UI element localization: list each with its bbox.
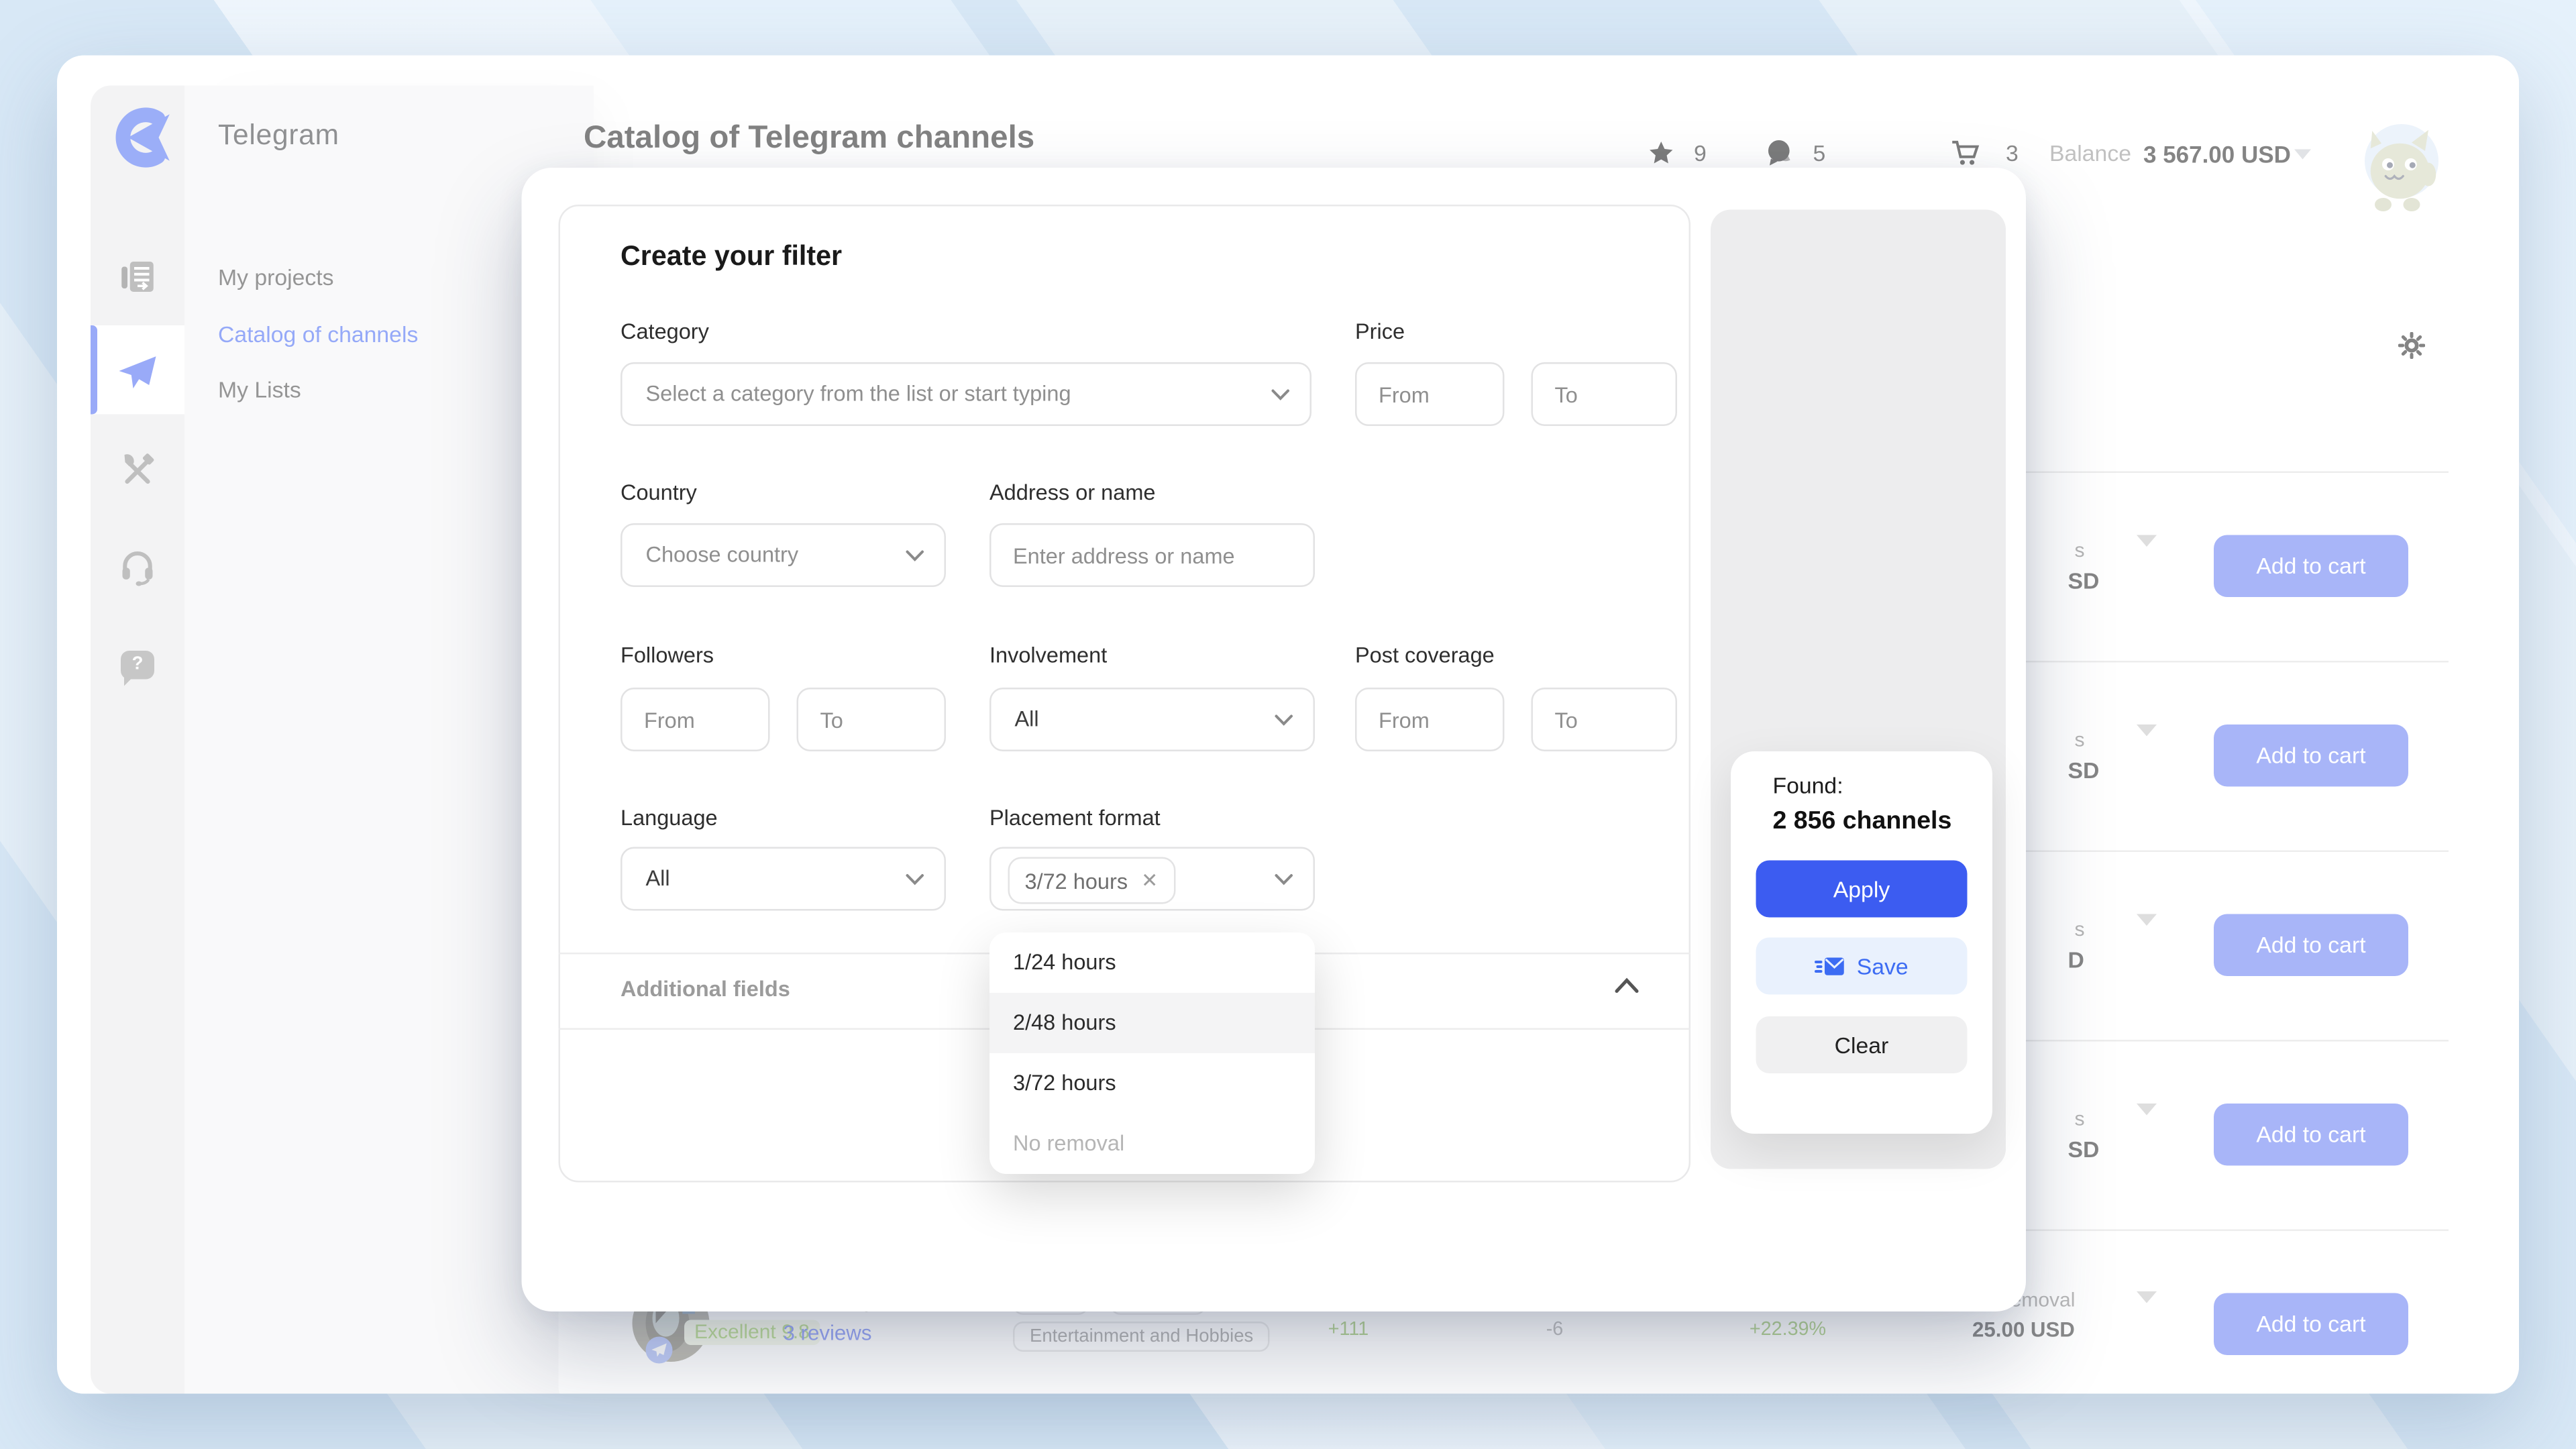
dropdown-option-2-48-hours[interactable]: 2/48 hours xyxy=(989,993,1315,1053)
chevron-down-icon xyxy=(1275,714,1293,727)
save-button-label: Save xyxy=(1857,953,1909,979)
dropdown-option-1-24-hours[interactable]: 1/24 hours xyxy=(989,932,1315,993)
post-coverage-to-input[interactable] xyxy=(1532,688,1678,751)
language-label: Language xyxy=(621,805,718,832)
involvement-value: All xyxy=(1015,690,1039,750)
country-label: Country xyxy=(621,480,697,506)
involvement-label: Involvement xyxy=(989,643,1107,669)
filter-title: Create your filter xyxy=(621,241,842,274)
post-coverage-from-input[interactable] xyxy=(1355,688,1505,751)
chip-remove-icon[interactable]: ✕ xyxy=(1141,871,1158,891)
address-input[interactable] xyxy=(989,523,1315,587)
placement-format-select[interactable]: 3/72 hours ✕ xyxy=(989,847,1315,911)
price-label: Price xyxy=(1355,319,1405,345)
dropdown-option-3-72-hours[interactable]: 3/72 hours xyxy=(989,1053,1315,1114)
page: Telegram My projects Catalog of channels… xyxy=(0,0,2576,1449)
collapse-chevron-up-icon[interactable] xyxy=(1615,978,1639,994)
clear-button[interactable]: Clear xyxy=(1756,1016,1968,1073)
found-value: 2 856 channels xyxy=(1773,807,1952,836)
category-select[interactable]: Select a category from the list or start… xyxy=(621,362,1311,426)
category-placeholder: Select a category from the list or start… xyxy=(646,364,1071,425)
additional-fields-label: Additional fields xyxy=(621,976,790,1002)
language-select[interactable]: All xyxy=(621,847,946,911)
chevron-down-icon xyxy=(906,874,924,886)
country-select[interactable]: Choose country xyxy=(621,523,946,587)
save-button[interactable]: Save xyxy=(1756,938,1968,995)
followers-label: Followers xyxy=(621,643,714,669)
found-card: Found: 2 856 channels Apply Save Clear xyxy=(1731,751,1992,1134)
chevron-down-icon xyxy=(1275,874,1293,886)
found-label: Found: xyxy=(1773,773,1843,799)
chevron-down-icon xyxy=(1271,389,1290,401)
placement-format-dropdown: 1/24 hours 2/48 hours 3/72 hours No remo… xyxy=(989,932,1315,1174)
send-mail-icon xyxy=(1815,955,1845,977)
placement-selected-chip: 3/72 hours ✕ xyxy=(1008,857,1175,904)
post-coverage-label: Post coverage xyxy=(1355,643,1495,669)
chevron-down-icon xyxy=(906,550,924,562)
category-label: Category xyxy=(621,319,709,345)
placement-format-label: Placement format xyxy=(989,805,1161,832)
followers-from-input[interactable] xyxy=(621,688,770,751)
chip-label: 3/72 hours xyxy=(1025,868,1128,894)
followers-to-input[interactable] xyxy=(797,688,947,751)
country-placeholder: Choose country xyxy=(646,525,799,586)
dropdown-option-no-removal[interactable]: No removal xyxy=(989,1114,1315,1174)
language-value: All xyxy=(646,849,670,909)
apply-button[interactable]: Apply xyxy=(1756,861,1968,918)
address-label: Address or name xyxy=(989,480,1156,506)
price-from-input[interactable] xyxy=(1355,362,1505,426)
price-to-input[interactable] xyxy=(1532,362,1678,426)
involvement-select[interactable]: All xyxy=(989,688,1315,751)
